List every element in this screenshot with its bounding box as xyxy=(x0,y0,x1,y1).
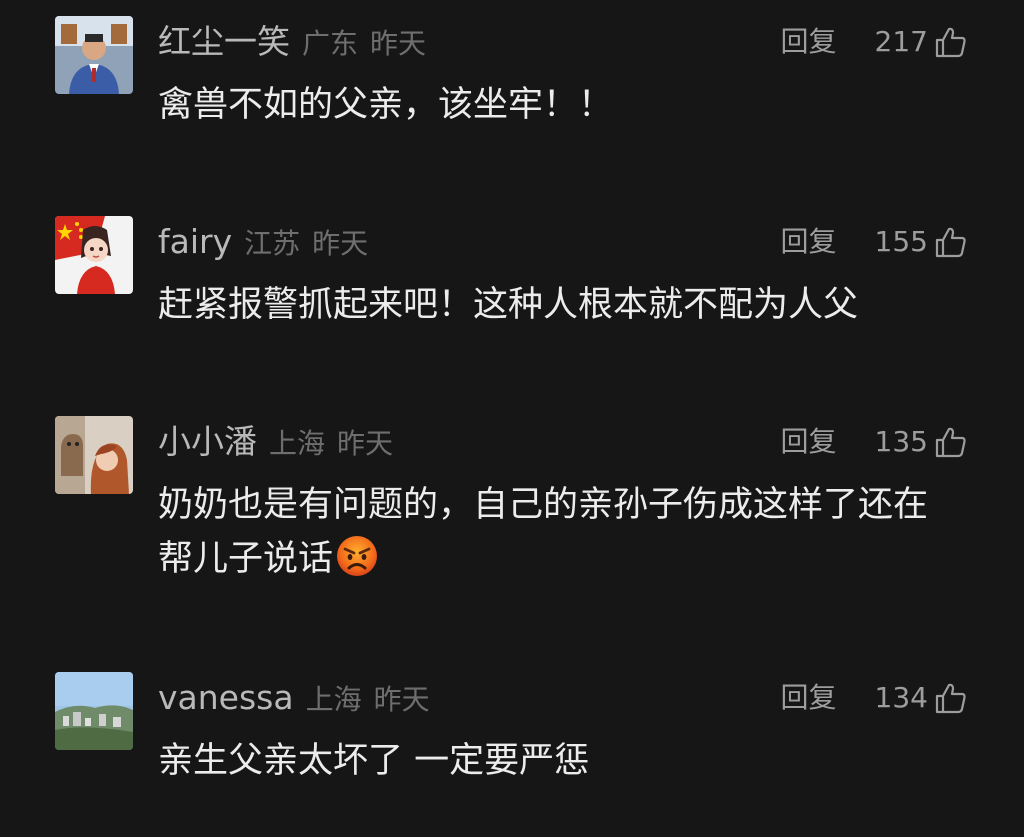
angry-face-icon xyxy=(337,536,378,576)
reply-button[interactable]: 回复 xyxy=(781,216,837,268)
timestamp: 昨天 xyxy=(370,27,427,60)
comment-meta: 红尘一笑 广东 昨天 xyxy=(158,16,426,68)
location: 广东 xyxy=(302,27,359,60)
reply-button[interactable]: 回复 xyxy=(781,16,837,68)
like-count: 155 xyxy=(874,225,928,258)
comment-meta: 小小潘 上海 昨天 xyxy=(158,416,393,468)
timestamp: 昨天 xyxy=(373,683,430,716)
like-count: 217 xyxy=(874,25,928,58)
username[interactable]: fairy xyxy=(158,222,232,261)
comment-actions: 回复 217 xyxy=(781,16,968,68)
like-count: 134 xyxy=(874,681,928,714)
thumbs-up-icon[interactable] xyxy=(934,25,968,59)
username[interactable]: vanessa xyxy=(158,678,294,717)
avatar[interactable] xyxy=(55,16,133,94)
comment-actions: 回复 134 xyxy=(781,672,968,724)
username[interactable]: 小小潘 xyxy=(158,422,257,461)
comment-text: 亲生父亲太坏了 一定要严惩 xyxy=(158,741,590,781)
avatar[interactable] xyxy=(55,672,133,750)
comment-actions: 回复 135 xyxy=(781,416,968,468)
timestamp: 昨天 xyxy=(312,227,369,260)
comment-meta: vanessa 上海 昨天 xyxy=(158,672,430,724)
thumbs-up-icon[interactable] xyxy=(934,425,968,459)
avatar[interactable] xyxy=(55,216,133,294)
comment-item: 红尘一笑 广东 昨天 回复 217 禽兽不如的父亲，该坐牢！！ xyxy=(0,16,1024,156)
like-count: 135 xyxy=(874,425,928,458)
thumbs-up-icon[interactable] xyxy=(934,681,968,715)
comment-meta: fairy 江苏 昨天 xyxy=(158,216,368,268)
comment-item: fairy 江苏 昨天 回复 155 赶紧报警抓起来吧！这种人根本就不配为人父 xyxy=(0,216,1024,356)
location: 上海 xyxy=(305,683,362,716)
timestamp: 昨天 xyxy=(337,427,394,460)
comment-text: 奶奶也是有问题的，自己的亲孙子伤成这样了还在帮儿子说话 xyxy=(158,485,929,579)
reply-button[interactable]: 回复 xyxy=(781,672,837,724)
comment-item: vanessa 上海 昨天 回复 134 亲生父亲太坏了 一定要严惩 xyxy=(0,672,1024,812)
comment-item: 小小潘 上海 昨天 回复 135 奶奶也是有问题的，自己的亲孙子伤成这样了还在帮儿子… xyxy=(0,416,1024,616)
comment-actions: 回复 155 xyxy=(781,216,968,268)
comment-text: 禽兽不如的父亲，该坐牢！！ xyxy=(158,85,614,125)
username[interactable]: 红尘一笑 xyxy=(158,22,290,61)
thumbs-up-icon[interactable] xyxy=(934,225,968,259)
comment-text: 赶紧报警抓起来吧！这种人根本就不配为人父 xyxy=(158,285,859,325)
location: 上海 xyxy=(269,427,326,460)
reply-button[interactable]: 回复 xyxy=(781,416,837,468)
location: 江苏 xyxy=(244,227,301,260)
avatar[interactable] xyxy=(55,416,133,494)
comment-text-block: 奶奶也是有问题的，自己的亲孙子伤成这样了还在帮儿子说话 xyxy=(158,478,958,586)
